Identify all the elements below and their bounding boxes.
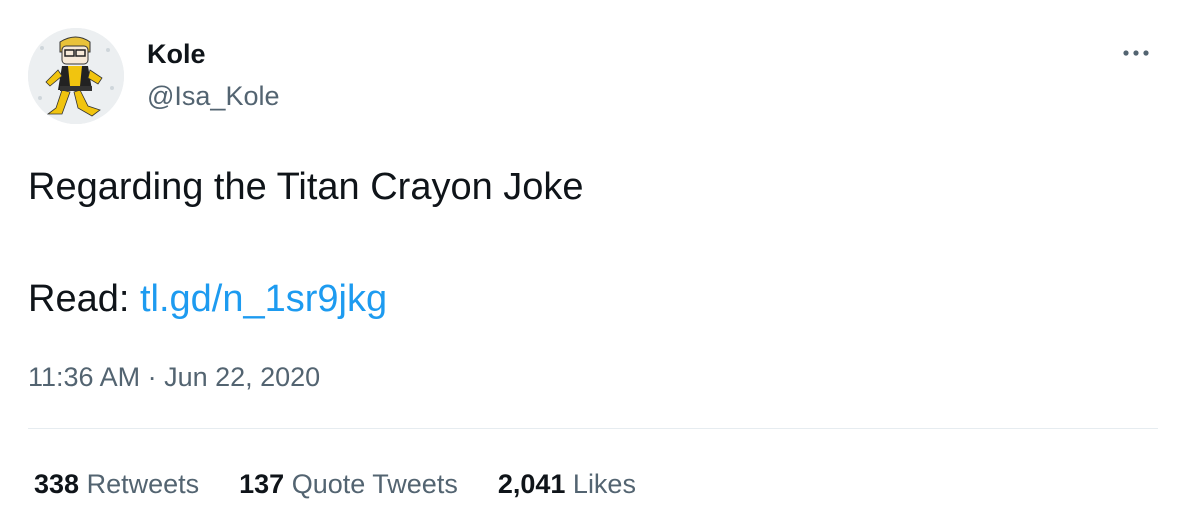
likes-count: 2,041: [497, 469, 566, 499]
author-display-name[interactable]: Kole: [147, 38, 206, 70]
cartoon-character-avatar-icon: [28, 28, 124, 124]
retweets-stat[interactable]: 338 Retweets: [34, 468, 199, 500]
avatar[interactable]: [28, 28, 124, 124]
tweet-read-line: Read: tl.gd/n_1sr9jkg: [28, 276, 387, 322]
divider: [28, 428, 1158, 429]
more-horizontal-icon: [1123, 50, 1149, 56]
tweet-stats: 338 Retweets 137 Quote Tweets 2,041 Like…: [34, 468, 676, 500]
likes-stat[interactable]: 2,041 Likes: [498, 468, 636, 500]
read-prefix: Read:: [28, 278, 130, 320]
retweets-label: Retweets: [86, 469, 200, 499]
retweets-count: 338: [34, 469, 80, 499]
tweet-link[interactable]: tl.gd/n_1sr9jkg: [140, 278, 387, 320]
tweet-card: Kole @Isa_Kole Regarding the Titan Crayo…: [0, 0, 1182, 532]
quote-tweets-count: 137: [239, 469, 285, 499]
more-options-button[interactable]: [1112, 36, 1160, 70]
author-handle[interactable]: @Isa_Kole: [147, 80, 279, 112]
likes-label: Likes: [572, 469, 636, 499]
tweet-text: Regarding the Titan Crayon Joke: [28, 166, 584, 208]
tweet-timestamp[interactable]: 11:36 AM · Jun 22, 2020: [28, 361, 320, 393]
quote-tweets-stat[interactable]: 137 Quote Tweets: [239, 468, 458, 500]
quote-tweets-label: Quote Tweets: [291, 469, 458, 499]
